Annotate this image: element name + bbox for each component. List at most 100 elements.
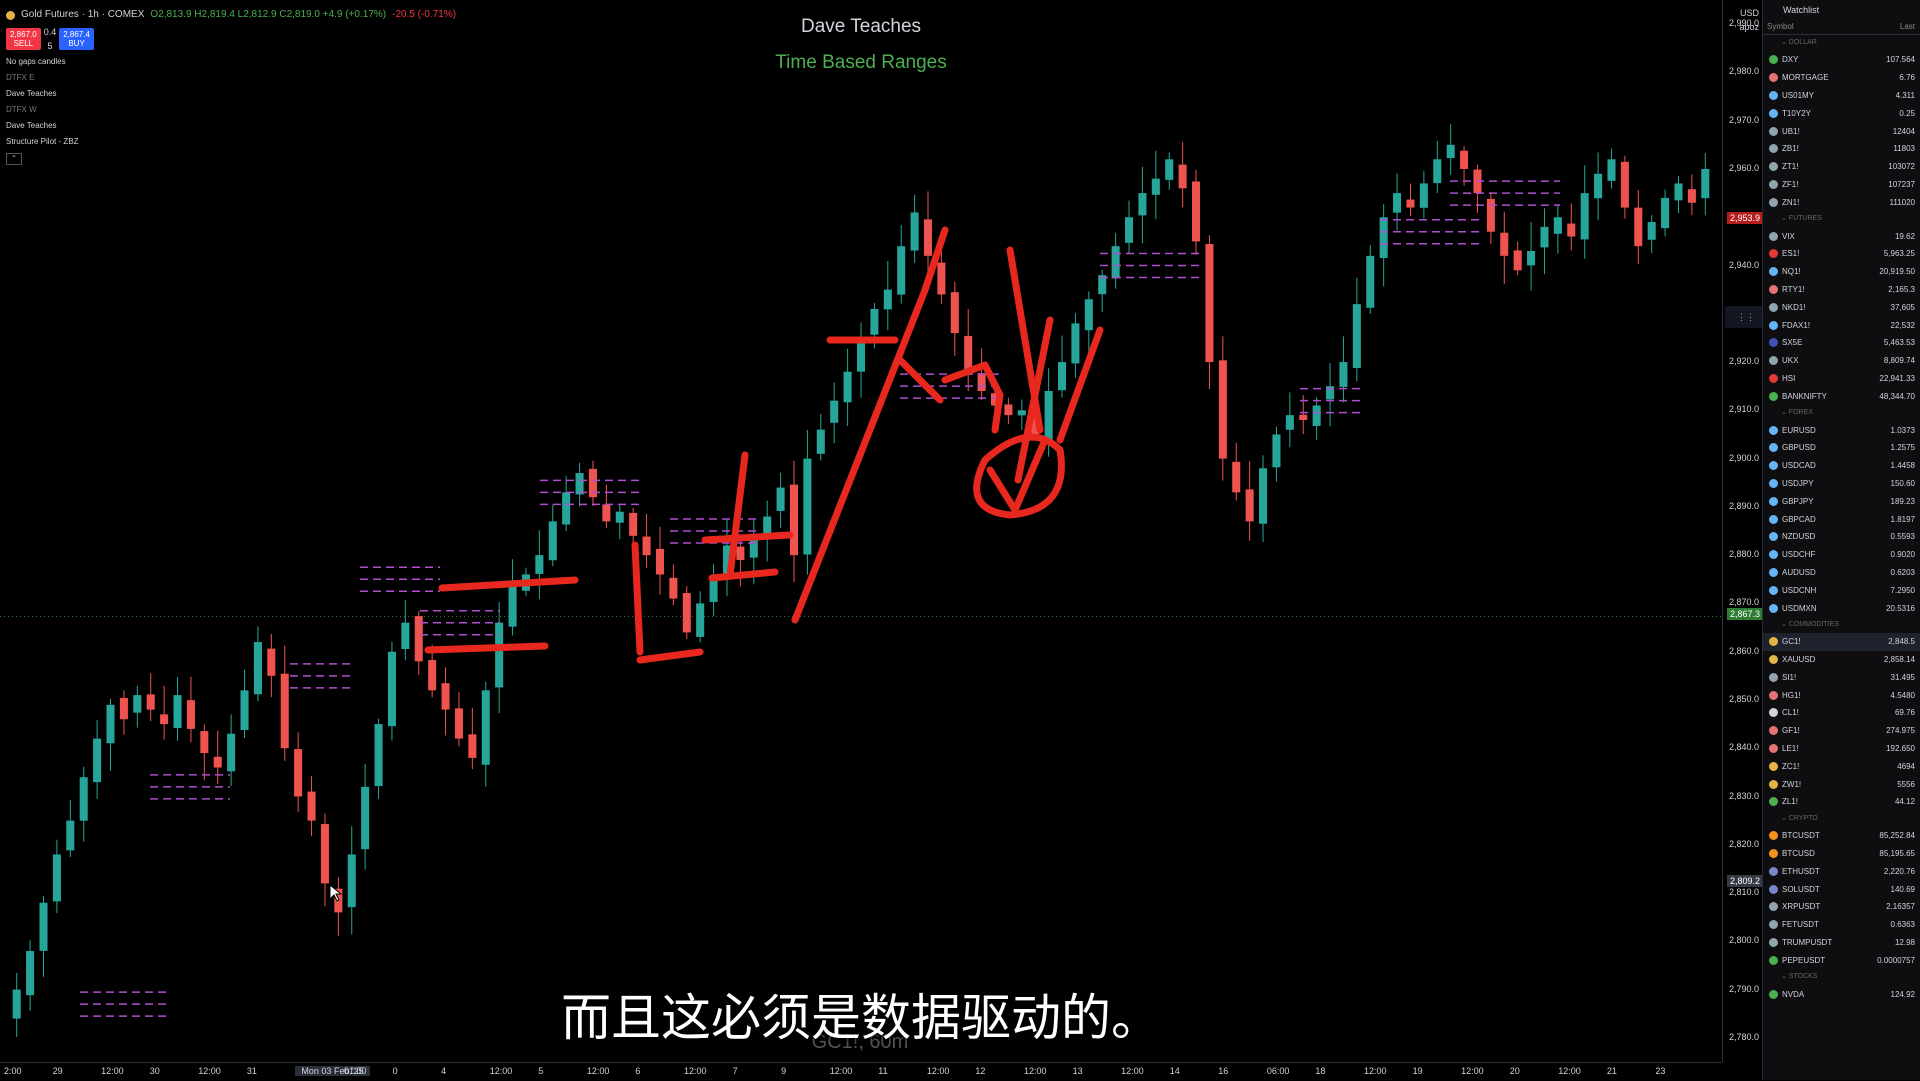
axis-currency[interactable]: USD xyxy=(1740,8,1759,18)
candle-body xyxy=(562,492,571,525)
watchlist-row[interactable]: ZT1! 103072 xyxy=(1763,158,1920,176)
watchlist-row[interactable]: LE1! 192.650 xyxy=(1763,740,1920,758)
watchlist-last-price: 5,463.53 xyxy=(1883,338,1915,348)
column-last[interactable]: Last xyxy=(1900,20,1915,34)
watchlist-row[interactable]: VIX 19.62 xyxy=(1763,227,1920,245)
grid-icon[interactable]: ⋮⋮ xyxy=(1737,312,1755,323)
watchlist-row[interactable]: FETUSDT 0.6363 xyxy=(1763,916,1920,934)
watchlist-last-price: 124.92 xyxy=(1890,989,1915,999)
watchlist-section-header[interactable]: ⌄ CRYPTO xyxy=(1763,811,1920,827)
watchlist-row[interactable]: BANKNIFTY 48,344.70 xyxy=(1763,387,1920,405)
indicator-label[interactable]: Dave Teaches xyxy=(6,87,456,101)
watchlist-row[interactable]: XRPUSDT 2.16357 xyxy=(1763,898,1920,916)
time-tick-label: 16 xyxy=(1218,1066,1229,1076)
watchlist-row[interactable]: CL1! 69.76 xyxy=(1763,704,1920,722)
column-symbol[interactable]: Symbol xyxy=(1767,20,1794,34)
watchlist-row[interactable]: USDCNH 7.2950 xyxy=(1763,581,1920,599)
candle-body xyxy=(240,690,249,730)
watchlist-row[interactable]: UB1! 12404 xyxy=(1763,122,1920,140)
watchlist-row[interactable]: US01MY 4.311 xyxy=(1763,87,1920,105)
watchlist-section-header[interactable]: ⌄ COMMODITIES xyxy=(1763,617,1920,633)
candle-body xyxy=(1661,197,1670,229)
watchlist-section-header[interactable]: ⌄ STOCKS xyxy=(1763,969,1920,985)
watchlist-row[interactable]: ZC1! 4694 xyxy=(1763,757,1920,775)
watchlist-row[interactable]: USDCHF 0.9020 xyxy=(1763,546,1920,564)
indicator-label[interactable]: Structure Pilot - ZBZ xyxy=(6,135,456,149)
watchlist-row[interactable]: ZB1! 11803 xyxy=(1763,140,1920,158)
watchlist-row[interactable]: T10Y2Y 0.25 xyxy=(1763,104,1920,122)
watchlist-row[interactable]: RTY1! 2,165.3 xyxy=(1763,281,1920,299)
watchlist-row[interactable]: SI1! 31.495 xyxy=(1763,669,1920,687)
watchlist-row[interactable]: XAUUSD 2,858.14 xyxy=(1763,651,1920,669)
watchlist-row[interactable]: USDJPY 150.60 xyxy=(1763,475,1920,493)
watchlist-row[interactable]: NZDUSD 0.5593 xyxy=(1763,528,1920,546)
watchlist-last-price: 107237 xyxy=(1888,179,1915,189)
watchlist-row[interactable]: ZN1! 111020 xyxy=(1763,193,1920,211)
watchlist-row[interactable]: BTCUSDT 85,252.84 xyxy=(1763,827,1920,845)
watchlist-row[interactable]: SX5E 5,463.53 xyxy=(1763,334,1920,352)
symbol-logo-icon xyxy=(1769,179,1778,189)
watchlist-row[interactable]: TRUMPUSDT 12.98 xyxy=(1763,934,1920,952)
time-tick-label: 21 xyxy=(1606,1066,1617,1076)
candle-body xyxy=(1138,193,1147,216)
ink-annotation xyxy=(424,642,549,654)
watchlist-section-header[interactable]: ⌄ FUTURES xyxy=(1763,211,1920,227)
watchlist-row[interactable]: GBPJPY 189.23 xyxy=(1763,492,1920,510)
watchlist-row[interactable]: USDMXN 20.5316 xyxy=(1763,599,1920,617)
symbol-logo-icon xyxy=(1769,603,1778,613)
symbol-logo-icon xyxy=(1769,866,1778,876)
price-axis[interactable]: USD apoz 2,990.0 2,980.0 2,970.0 2,960.0 2,9… xyxy=(1722,0,1763,1062)
watchlist-row[interactable]: BTCUSD 85,195.65 xyxy=(1763,845,1920,863)
watchlist-row[interactable]: GBPUSD 1.2575 xyxy=(1763,439,1920,457)
watchlist-row[interactable]: NKD1! 37,605 xyxy=(1763,298,1920,316)
symbol-logo-icon xyxy=(1769,831,1778,841)
symbol-logo-icon xyxy=(1769,356,1778,366)
candle-body xyxy=(186,700,195,729)
watchlist-row[interactable]: USDCAD 1.4458 xyxy=(1763,457,1920,475)
watchlist-last-price: 12.98 xyxy=(1894,938,1915,948)
watchlist-section-header[interactable]: ⌄ DOLLAR xyxy=(1763,35,1920,51)
watchlist-row[interactable]: MORTGAGE 6.76 xyxy=(1763,69,1920,87)
watchlist-row[interactable]: SOLUSDT 140.69 xyxy=(1763,880,1920,898)
watchlist-row[interactable]: ES1! 5,963.25 xyxy=(1763,245,1920,263)
watchlist-row[interactable]: ETHUSDT 2,220.76 xyxy=(1763,862,1920,880)
watchlist-last-price: 103072 xyxy=(1888,162,1915,172)
indicator-label[interactable]: DTFX W xyxy=(6,103,456,117)
watchlist-row[interactable]: GC1! 2,848.5 xyxy=(1763,632,1920,651)
time-axis[interactable]: 2:00 29 12:00 30 12:00 31 Mon 03 Feb '25 01:00 0… xyxy=(0,1062,1722,1081)
watchlist-row[interactable]: ZL1! 44.12 xyxy=(1763,793,1920,811)
watchlist-row[interactable]: AUDUSD 0.6203 xyxy=(1763,564,1920,582)
watchlist-row[interactable]: UKX 8,809.74 xyxy=(1763,352,1920,370)
watchlist-row[interactable]: EURUSD 1.0373 xyxy=(1763,421,1920,439)
quantity-value[interactable]: 5 xyxy=(44,39,57,53)
symbol-logo-icon xyxy=(1769,162,1778,172)
watchlist-row[interactable]: ZW1! 5556 xyxy=(1763,775,1920,793)
collapse-legend-button[interactable]: ⌃ xyxy=(6,153,22,165)
watchlist-last-price: 0.5593 xyxy=(1890,532,1915,542)
watchlist-row[interactable]: NQ1! 20,919.50 xyxy=(1763,263,1920,281)
ink-annotation xyxy=(708,568,779,582)
watchlist-row[interactable]: HSI 22,941.33 xyxy=(1763,370,1920,388)
watchlist-symbol: USDMXN xyxy=(1782,603,1817,613)
watchlist-row[interactable]: GF1! 274.975 xyxy=(1763,722,1920,740)
time-tick-label: 01:00 xyxy=(344,1066,367,1076)
watchlist-row[interactable]: DXY 107.564 xyxy=(1763,51,1920,69)
watchlist-row[interactable]: FDAX1! 22,532 xyxy=(1763,316,1920,334)
candle-body xyxy=(387,651,396,727)
symbol-logo-icon xyxy=(1769,797,1778,807)
symbol-logo-icon xyxy=(1769,708,1778,718)
indicator-label[interactable]: Dave Teaches xyxy=(6,119,456,133)
watchlist-section-header[interactable]: ⌄ FOREX xyxy=(1763,405,1920,421)
candle-body xyxy=(294,749,303,797)
candle-body xyxy=(1540,226,1549,248)
time-tick-label: 12 xyxy=(975,1066,986,1076)
watchlist-last-price: 2,220.76 xyxy=(1883,866,1915,876)
watchlist-row[interactable]: PEPEUSDT 0.0000757 xyxy=(1763,951,1920,969)
candle-body xyxy=(950,292,959,334)
watchlist-row[interactable]: ZF1! 107237 xyxy=(1763,176,1920,194)
watchlist-symbol: BANKNIFTY xyxy=(1782,391,1827,401)
watchlist-row[interactable]: HG1! 4.5480 xyxy=(1763,686,1920,704)
watchlist-row[interactable]: GBPCAD 1.8197 xyxy=(1763,510,1920,528)
watchlist-title[interactable]: Watchlist xyxy=(1763,0,1920,20)
watchlist-row[interactable]: NVDA 124.92 xyxy=(1763,985,1920,1003)
